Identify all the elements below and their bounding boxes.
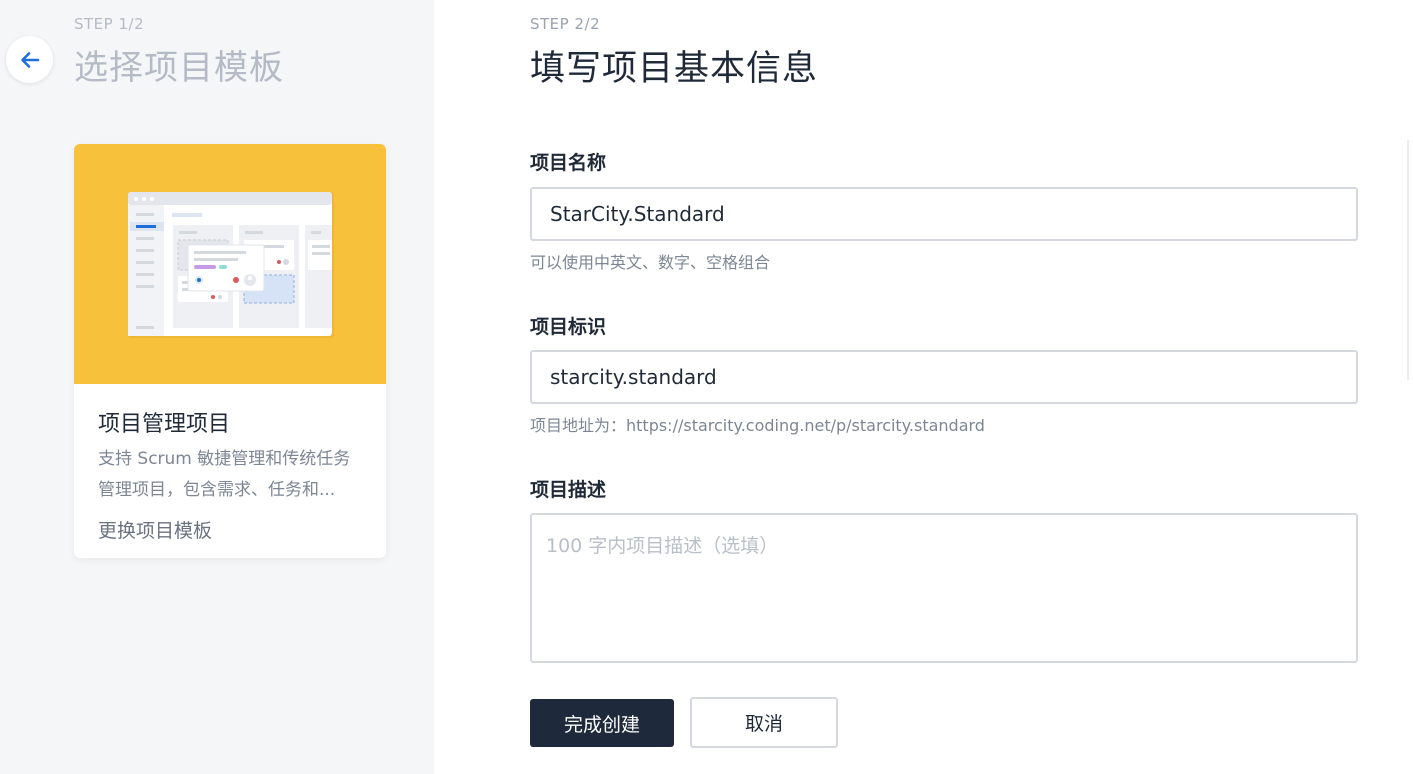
page-title: 填写项目基本信息 [530, 49, 819, 89]
project-identifier-label: 项目标识 [530, 316, 607, 338]
step-title: 选择项目模板 [74, 48, 284, 88]
project-name-input[interactable] [530, 187, 1358, 241]
complete-create-button[interactable]: 完成创建 [530, 699, 674, 747]
cancel-button[interactable]: 取消 [690, 697, 838, 748]
template-description: 支持 Scrum 敏捷管理和传统任务管理项目，包含需求、任务和... [98, 449, 351, 500]
project-name-hint: 可以使用中英文、数字、空格组合 [530, 253, 771, 272]
step-indicator-2: STEP 2/2 [530, 15, 601, 33]
template-banner [74, 144, 386, 384]
project-board-illustration [128, 192, 334, 338]
step-indicator: STEP 1/2 [74, 15, 145, 33]
template-title: 项目管理项目 [98, 412, 231, 437]
project-name-label: 项目名称 [530, 152, 607, 174]
scroll-edge-divider [1407, 140, 1409, 380]
back-button[interactable] [6, 36, 53, 83]
project-description-textarea[interactable] [530, 513, 1358, 663]
template-panel: STEP 1/2 选择项目模板 项目管理项目 支持 Scrum 敏捷管理和传统任… [0, 0, 434, 774]
project-url-hint: 项目地址为：https://starcity.coding.net/p/star… [530, 416, 985, 435]
project-identifier-input[interactable] [530, 350, 1358, 404]
project-description-label: 项目描述 [530, 479, 607, 501]
change-template-link[interactable]: 更换项目模板 [98, 516, 212, 543]
template-card[interactable]: 项目管理项目 支持 Scrum 敏捷管理和传统任务管理项目，包含需求、任务和..… [74, 144, 386, 558]
arrow-left-icon [20, 51, 39, 68]
